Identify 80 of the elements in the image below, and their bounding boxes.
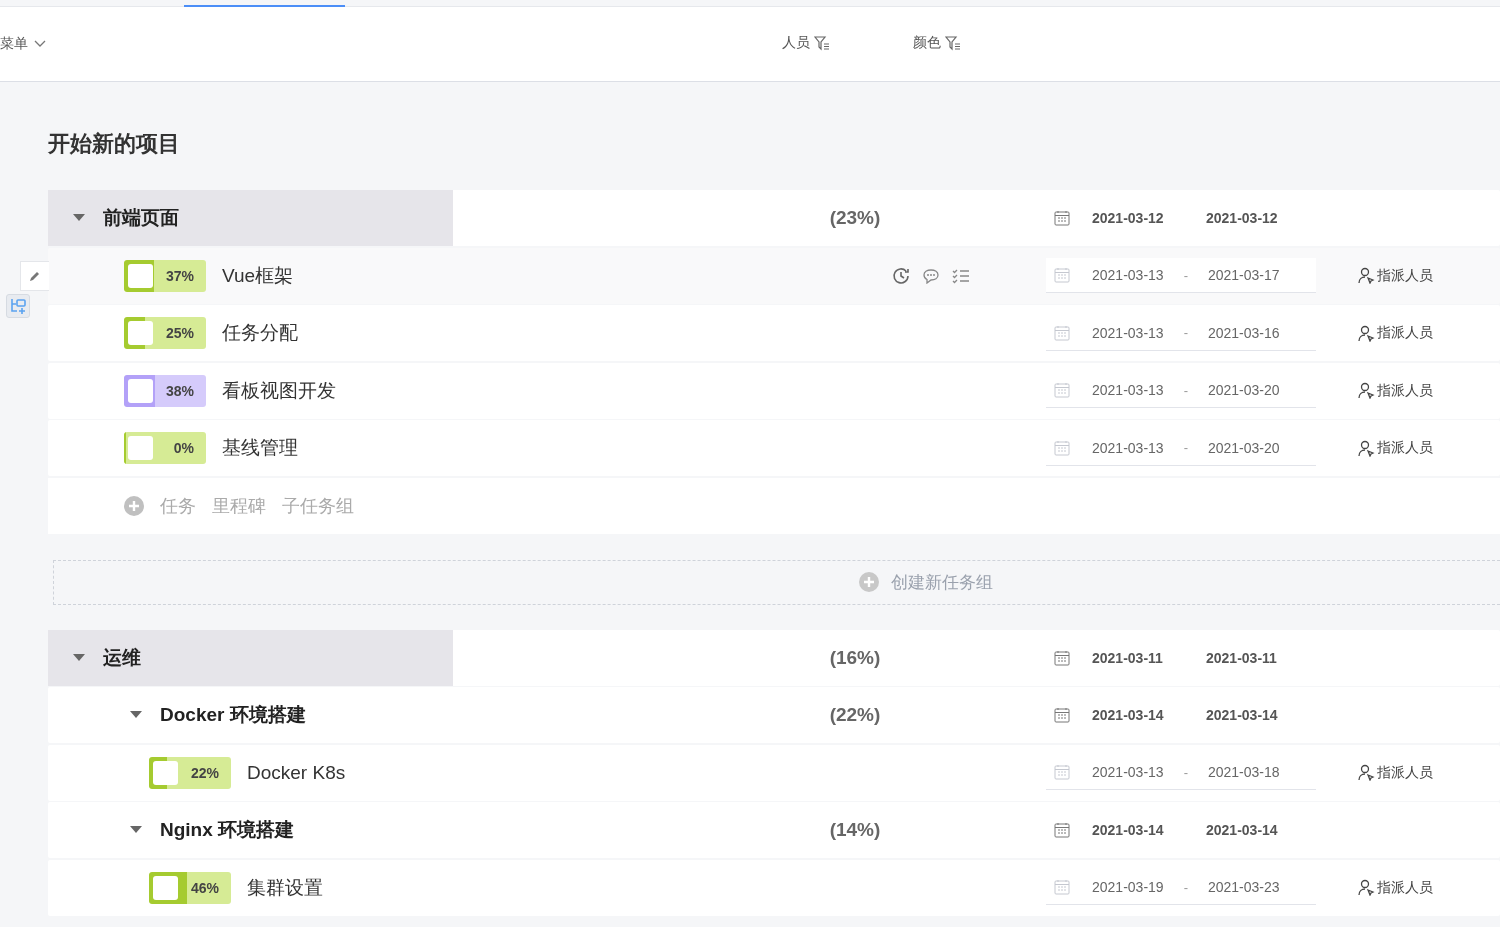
group-title: Docker 环境搭建 (160, 703, 306, 727)
user-icon (1358, 439, 1375, 457)
calendar-icon (1054, 879, 1070, 895)
start-date: 2021-03-11 (1092, 649, 1164, 666)
date-range-field[interactable]: 2021-03-13 - 2021-03-18 (1046, 755, 1316, 790)
date-range-field[interactable]: 2021-03-13 - 2021-03-20 (1046, 430, 1316, 466)
calendar-icon (1054, 210, 1070, 226)
plus-icon (124, 495, 144, 516)
progress-percent: 46% (190, 879, 219, 896)
progress-percent: (14%) (829, 819, 881, 841)
project-title: 开始新的项目 (48, 130, 181, 158)
edit-button[interactable] (20, 260, 49, 291)
start-date: 2021-03-12 (1092, 210, 1165, 226)
group-title: Nginx 环境搭建 (160, 818, 295, 842)
task-name[interactable]: 看板视图开发 (222, 377, 336, 404)
progress-percent: 37% (165, 267, 194, 284)
assign-button[interactable]: 指派人员 (1358, 324, 1433, 342)
calendar-icon (1054, 439, 1070, 456)
comment-icon (922, 267, 940, 284)
calendar-icon (1054, 649, 1070, 666)
date-range-field[interactable]: 2021-03-13 - 2021-03-20 (1046, 373, 1316, 408)
task-checkbox[interactable] (128, 436, 153, 460)
calendar-icon (1054, 324, 1070, 341)
task-checkbox[interactable] (128, 321, 153, 345)
task-name[interactable]: Vue框架 (222, 262, 294, 289)
calendar-icon (1054, 267, 1070, 283)
date-range-field[interactable]: 2021-03-19 - 2021-03-23 (1046, 870, 1316, 905)
filter-button[interactable]: 颜色 (913, 34, 961, 52)
assign-button[interactable]: 指派人员 (1358, 439, 1433, 457)
start-date: 2021-03-14 (1092, 707, 1165, 723)
assign-button[interactable]: 指派人员 (1358, 763, 1433, 782)
user-icon (1358, 324, 1375, 342)
caret-icon[interactable] (73, 653, 85, 662)
filter-icon (814, 35, 830, 51)
task-name[interactable]: 基线管理 (222, 435, 298, 461)
task-name[interactable]: 集群设置 (247, 874, 323, 901)
progress-percent: (16%) (829, 646, 881, 669)
task-checkbox[interactable] (153, 760, 178, 785)
group-title: 前端页面 (103, 206, 179, 230)
progress-percent: 22% (190, 764, 219, 781)
user-icon (1358, 382, 1375, 399)
end-date: 2021-03-14 (1206, 707, 1279, 723)
plus-icon (859, 572, 879, 592)
progress-percent: 0% (173, 440, 194, 456)
calendar-icon (1054, 382, 1070, 398)
chevron-down-icon (34, 40, 46, 48)
calendar-icon (1054, 764, 1070, 780)
clock-icon (892, 266, 910, 285)
assign-button[interactable]: 指派人员 (1358, 878, 1433, 897)
caret-icon[interactable] (130, 711, 142, 719)
task-name[interactable]: 任务分配 (222, 320, 298, 346)
progress-percent: (23%) (829, 207, 881, 229)
progress-percent: (22%) (829, 704, 881, 726)
filter-icon (945, 35, 961, 51)
assign-button[interactable]: 指派人员 (1358, 266, 1433, 285)
user-icon (1358, 267, 1375, 284)
end-date: 2021-03-11 (1206, 649, 1278, 666)
group-title: 运维 (103, 645, 141, 670)
menu-dropdown[interactable]: 菜单 (0, 35, 46, 53)
checklist-icon (952, 267, 970, 284)
add-branch-button[interactable] (6, 293, 30, 318)
end-date: 2021-03-12 (1206, 210, 1279, 226)
calendar-icon (1054, 822, 1070, 838)
assign-button[interactable]: 指派人员 (1358, 381, 1433, 400)
caret-icon[interactable] (73, 214, 85, 222)
filter-button[interactable]: 人员 (782, 34, 830, 52)
user-icon (1358, 764, 1375, 781)
caret-icon[interactable] (130, 826, 142, 834)
calendar-icon (1054, 707, 1070, 723)
date-range-field[interactable]: 2021-03-13 - 2021-03-17 (1046, 258, 1316, 293)
start-date: 2021-03-14 (1092, 822, 1165, 838)
pencil-icon (29, 269, 41, 282)
date-range-field[interactable]: 2021-03-13 - 2021-03-16 (1046, 315, 1316, 351)
progress-percent: 25% (165, 325, 194, 341)
progress-percent: 38% (165, 382, 194, 399)
user-icon (1358, 879, 1375, 896)
branch-icon (9, 296, 27, 315)
end-date: 2021-03-14 (1206, 822, 1279, 838)
task-name[interactable]: Docker K8s (247, 761, 346, 784)
task-checkbox[interactable] (153, 875, 178, 900)
